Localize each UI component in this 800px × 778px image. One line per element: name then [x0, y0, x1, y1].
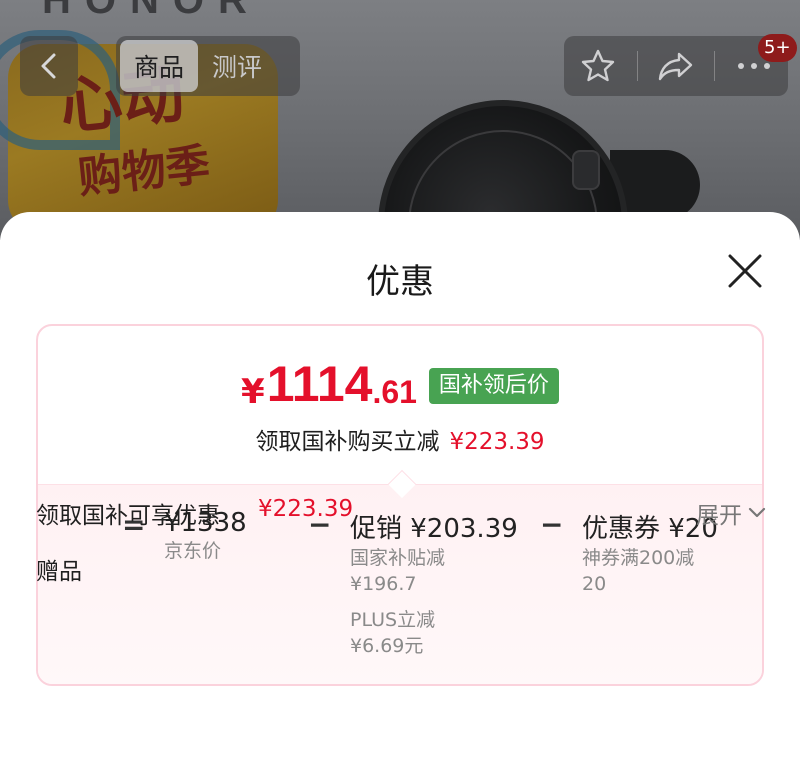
promotion-item-1-label: 国家补贴减 [350, 547, 446, 569]
sheet-title: 优惠 [366, 262, 434, 302]
promotion-item-2-value: ¥6.69元 [350, 635, 424, 657]
subsidy-benefit-row[interactable]: 领取国补可享优惠 ¥223.39 展开 [36, 496, 776, 536]
currency-symbol: ¥ [241, 372, 265, 412]
brand-logo-text: HONOR [42, 0, 261, 22]
coupon-condition: 神券满200减 [582, 547, 695, 569]
benefit-label: 领取国补可享优惠 [36, 503, 220, 529]
subsidy-line: 领取国补购买立减 ¥223.39 [38, 422, 762, 456]
discount-sheet: 优惠 ¥ 1114 .61 国补领后价 领取国补购买立减 ¥223.39 = ¥1… [0, 212, 800, 778]
tab-review[interactable]: 测评 [198, 40, 276, 92]
expand-label: 展开 [696, 503, 742, 529]
notification-badge: 5+ [758, 34, 797, 62]
price-integer: 1114 [266, 356, 373, 412]
close-icon [728, 254, 762, 288]
watch-crown [572, 150, 600, 190]
price-decimal: .61 [372, 374, 417, 410]
back-button[interactable] [20, 36, 78, 96]
share-icon [658, 52, 693, 81]
gift-section-label: 赠品 [36, 559, 82, 585]
subsidy-amount: ¥223.39 [449, 429, 545, 455]
base-price-label: 京东价 [164, 540, 222, 562]
share-button[interactable] [646, 40, 706, 92]
tab-product[interactable]: 商品 [120, 40, 199, 92]
expand-button[interactable]: 展开 [696, 496, 766, 530]
product-tabs: 商品 测评 [116, 36, 300, 96]
final-price: ¥ 1114 .61 国补领后价 [38, 356, 762, 412]
actions-divider-2 [714, 51, 716, 81]
price-type-tag: 国补领后价 [428, 368, 559, 404]
benefit-amount: ¥223.39 [258, 496, 354, 522]
promotion-item-1-value: ¥196.7 [350, 573, 417, 595]
coupon-condition-value: 20 [582, 573, 607, 595]
actions-divider [636, 51, 638, 81]
favorite-button[interactable] [568, 40, 628, 92]
more-dots-icon [737, 63, 770, 69]
subsidy-label: 领取国补购买立减 [255, 429, 440, 455]
back-arrow-icon [41, 53, 56, 79]
star-icon [581, 49, 615, 82]
header-actions [564, 36, 788, 96]
promotion-item-2-label: PLUS立减 [350, 609, 436, 631]
close-button[interactable] [722, 248, 768, 294]
chevron-down-icon [748, 507, 766, 518]
